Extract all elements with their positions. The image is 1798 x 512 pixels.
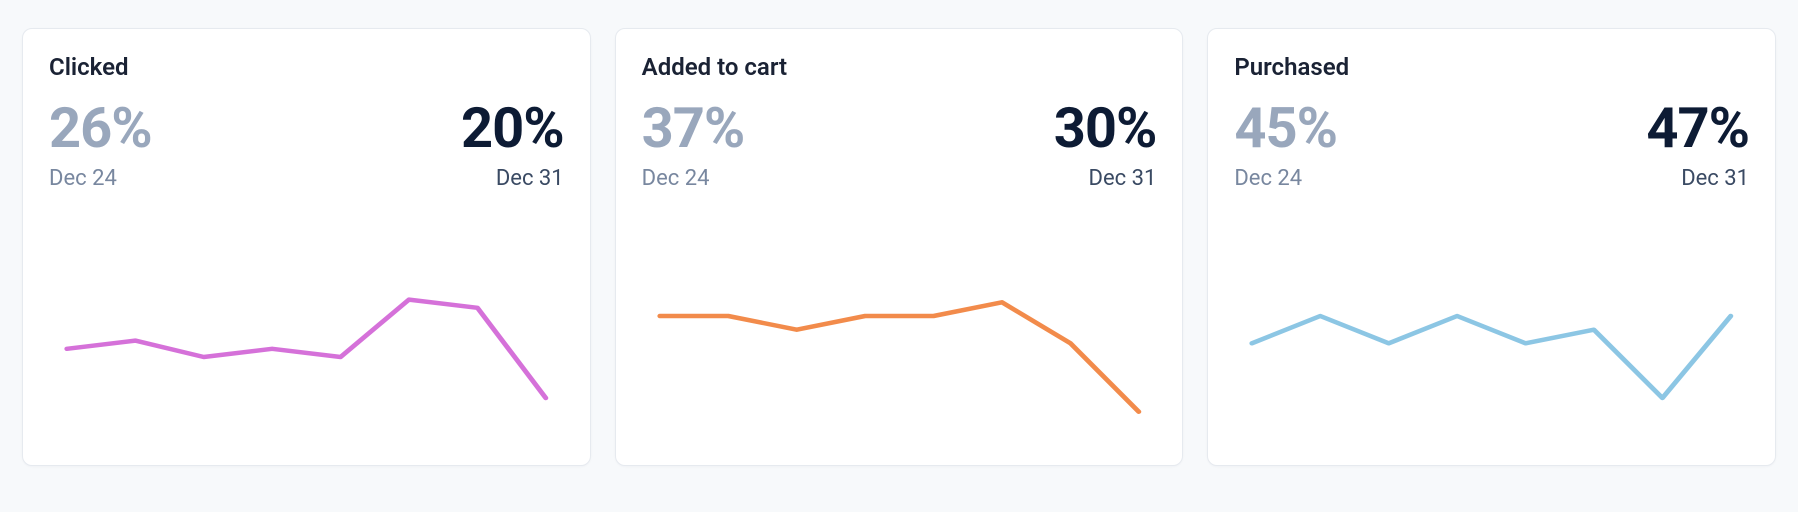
start-value: 45% (1234, 99, 1337, 158)
start-date: Dec 24 (49, 166, 152, 191)
card-purchased: Purchased 45% Dec 24 47% Dec 31 (1207, 28, 1776, 466)
sparkline-path (1252, 316, 1731, 398)
card-added-to-cart: Added to cart 37% Dec 24 30% Dec 31 (615, 28, 1184, 466)
card-title: Purchased (1234, 53, 1749, 81)
start-metric: 26% Dec 24 (49, 99, 152, 191)
end-metric: 20% Dec 31 (461, 99, 564, 191)
start-metric: 37% Dec 24 (642, 99, 745, 191)
end-metric: 30% Dec 31 (1054, 99, 1157, 191)
sparkline-path (67, 300, 546, 398)
sparkline-wrap (642, 221, 1157, 447)
start-date: Dec 24 (1234, 166, 1337, 191)
end-date: Dec 31 (1089, 166, 1157, 191)
end-date: Dec 31 (496, 166, 564, 191)
card-title: Clicked (49, 53, 564, 81)
sparkline-wrap (1234, 221, 1749, 447)
end-value: 47% (1646, 99, 1749, 158)
card-clicked: Clicked 26% Dec 24 20% Dec 31 (22, 28, 591, 466)
start-date: Dec 24 (642, 166, 745, 191)
card-metrics: 26% Dec 24 20% Dec 31 (49, 99, 564, 191)
metric-cards-row: Clicked 26% Dec 24 20% Dec 31 Added to c… (22, 28, 1776, 466)
card-metrics: 45% Dec 24 47% Dec 31 (1234, 99, 1749, 191)
end-metric: 47% Dec 31 (1646, 99, 1749, 191)
card-metrics: 37% Dec 24 30% Dec 31 (642, 99, 1157, 191)
sparkline-added-to-cart (642, 267, 1157, 447)
sparkline-wrap (49, 221, 564, 447)
sparkline-clicked (49, 267, 564, 447)
end-date: Dec 31 (1681, 166, 1749, 191)
sparkline-path (660, 302, 1139, 411)
start-value: 37% (642, 99, 745, 158)
end-value: 30% (1054, 99, 1157, 158)
start-value: 26% (49, 99, 152, 158)
start-metric: 45% Dec 24 (1234, 99, 1337, 191)
end-value: 20% (461, 99, 564, 158)
card-title: Added to cart (642, 53, 1157, 81)
sparkline-purchased (1234, 267, 1749, 447)
